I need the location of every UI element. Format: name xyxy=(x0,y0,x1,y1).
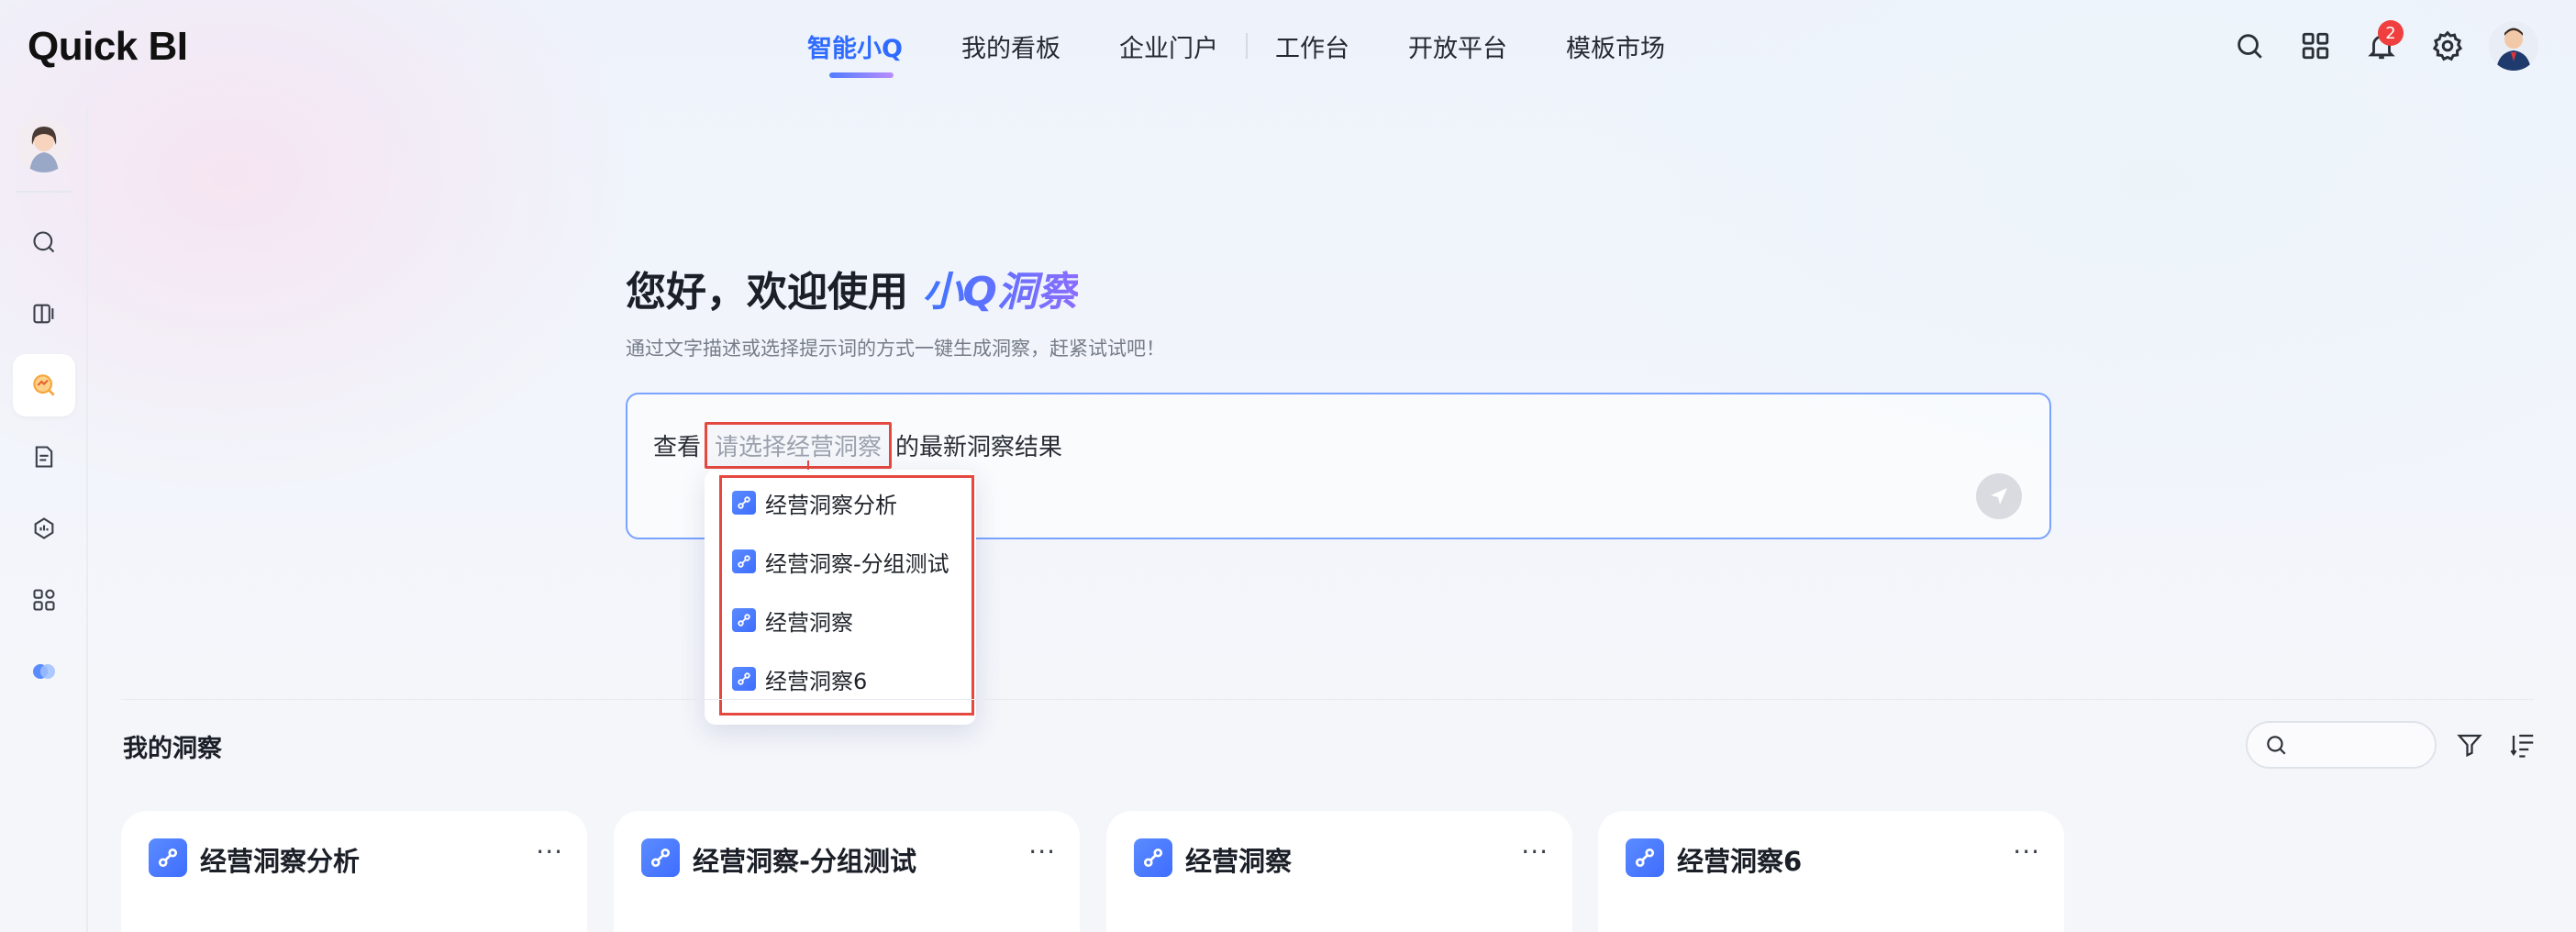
insight-card-title: 经营洞察分析 xyxy=(200,846,361,877)
rail-modules-icon[interactable] xyxy=(13,569,75,631)
rail-insight-icon[interactable] xyxy=(13,354,75,416)
section-title: 我的洞察 xyxy=(123,735,222,763)
left-rail xyxy=(0,108,88,932)
notification-badge: 2 xyxy=(2378,20,2404,46)
insight-search-input[interactable] xyxy=(2295,733,2424,757)
link-icon xyxy=(1134,838,1172,877)
rail-analysis-icon[interactable] xyxy=(13,497,75,560)
search-icon xyxy=(2267,736,2286,755)
insight-card-title: 经营洞察-分组测试 xyxy=(693,846,917,877)
welcome-greeting: 您好，欢迎使用 xyxy=(626,269,908,316)
query-sentence: 查看 请选择经营洞察 的最新洞察结果 xyxy=(653,422,1062,469)
user-avatar[interactable] xyxy=(2488,20,2539,72)
more-options-icon[interactable]: ··· xyxy=(1521,837,1549,867)
nav-smart-q[interactable]: 智能小Q xyxy=(807,28,903,78)
apps-grid-icon[interactable] xyxy=(2290,20,2341,72)
main-nav: 智能小Q 我的看板 企业门户 工作台 开放平台 模板市场 xyxy=(807,26,1724,78)
insight-card-title: 经营洞察6 xyxy=(1677,846,1803,877)
more-options-icon[interactable]: ··· xyxy=(536,837,563,867)
assistant-avatar[interactable] xyxy=(17,117,72,172)
settings-gear-icon[interactable] xyxy=(2422,20,2473,72)
more-options-icon[interactable]: ··· xyxy=(2013,837,2040,867)
more-options-icon[interactable]: ··· xyxy=(1028,837,1056,867)
product-brand-name: 小Q洞察 xyxy=(922,269,1078,316)
rail-report-icon[interactable] xyxy=(13,283,75,345)
app-logo[interactable]: Quick BI xyxy=(28,24,188,70)
send-icon xyxy=(1991,488,2007,505)
insight-card[interactable]: 经营洞察-分组测试 ··· xyxy=(614,811,1080,932)
insight-search-field[interactable] xyxy=(2246,721,2437,769)
nav-template-market[interactable]: 模板市场 xyxy=(1566,28,1665,64)
link-icon xyxy=(149,838,187,877)
nav-open-platform[interactable]: 开放平台 xyxy=(1408,28,1507,64)
query-suffix: 的最新洞察结果 xyxy=(895,434,1063,461)
sort-icon[interactable] xyxy=(2506,728,2539,761)
nav-my-dashboards[interactable]: 我的看板 xyxy=(961,28,1060,64)
section-divider xyxy=(121,699,2534,700)
notification-bell-icon[interactable]: 2 xyxy=(2356,20,2407,72)
rail-toggle-icon[interactable] xyxy=(13,640,75,703)
insight-card[interactable]: 经营洞察 ··· xyxy=(1106,811,1572,932)
nav-divider xyxy=(1245,33,1248,59)
query-prefix: 查看 xyxy=(653,434,702,461)
top-bar: Quick BI 智能小Q 我的看板 企业门户 工作台 开放平台 模板市场 2 xyxy=(0,0,2576,92)
nav-enterprise-portal[interactable]: 企业门户 xyxy=(1119,28,1218,64)
insight-card[interactable]: 经营洞察分析 ··· xyxy=(121,811,587,932)
insight-select-slot[interactable]: 请选择经营洞察 xyxy=(705,422,893,469)
rail-chat-icon[interactable] xyxy=(13,211,75,273)
header-actions: 2 xyxy=(2209,20,2539,72)
filter-icon[interactable] xyxy=(2453,728,2486,761)
insight-card-title: 经营洞察 xyxy=(1185,846,1293,877)
link-icon xyxy=(641,838,680,877)
nav-workbench[interactable]: 工作台 xyxy=(1275,28,1349,64)
search-icon[interactable] xyxy=(2224,20,2275,72)
annotation-highlight-frame xyxy=(719,475,974,716)
send-button[interactable] xyxy=(1976,473,2022,519)
link-icon xyxy=(1626,838,1664,877)
rail-divider xyxy=(17,191,72,193)
welcome-subtitle: 通过文字描述或选择提示词的方式一键生成洞察，赶紧试试吧！ xyxy=(626,338,1165,360)
welcome-heading: 您好，欢迎使用 小Q洞察 xyxy=(626,259,1078,317)
rail-document-icon[interactable] xyxy=(13,426,75,488)
insight-card[interactable]: 经营洞察6 ··· xyxy=(1598,811,2064,932)
